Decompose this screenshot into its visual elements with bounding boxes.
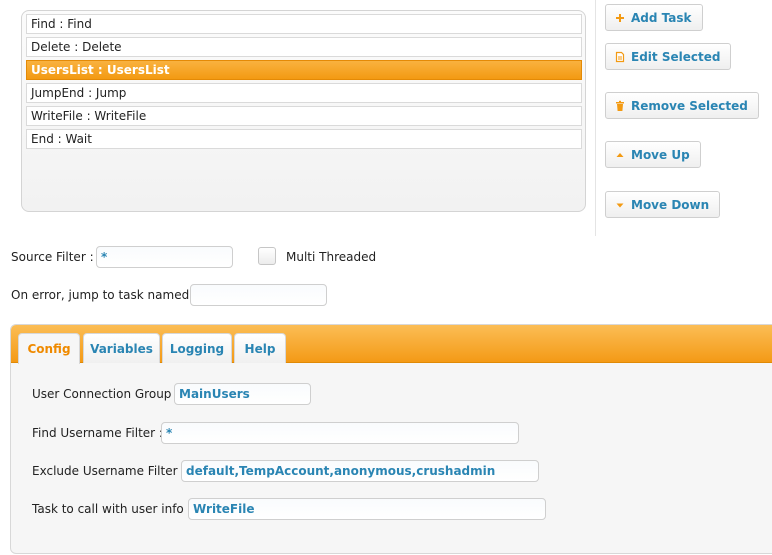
multi-threaded-label: Multi Threaded <box>286 250 377 264</box>
find-username-filter-input[interactable]: * <box>161 422 519 444</box>
task-to-call-label: Task to call with user info : <box>32 502 192 516</box>
task-item-end[interactable]: End : Wait <box>26 129 582 149</box>
find-username-filter-label: Find Username Filter : <box>32 426 163 440</box>
remove-selected-button[interactable]: Remove Selected <box>605 92 759 119</box>
task-item-jumpend[interactable]: JumpEnd : Jump <box>26 83 582 103</box>
side-divider <box>595 0 596 236</box>
tab-config[interactable]: Config <box>18 333 80 364</box>
trash-icon <box>615 100 625 112</box>
move-up-button[interactable]: Move Up <box>605 141 701 168</box>
on-error-input[interactable] <box>190 284 327 306</box>
task-item-find[interactable]: Find : Find <box>26 14 582 34</box>
triangle-down-icon <box>615 199 625 211</box>
panel-tab-bar: Config Variables Logging Help <box>11 325 772 364</box>
config-panel: Config Variables Logging Help User Conne… <box>10 324 772 554</box>
user-connection-group-label: User Connection Group : <box>32 387 180 401</box>
document-icon <box>615 51 625 63</box>
multi-threaded-checkbox[interactable] <box>258 247 276 265</box>
task-to-call-input[interactable]: WriteFile <box>188 498 546 520</box>
plus-icon <box>615 12 625 24</box>
exclude-username-filter-label: Exclude Username Filter : <box>32 464 186 478</box>
tab-variables[interactable]: Variables <box>83 333 160 363</box>
task-item-delete[interactable]: Delete : Delete <box>26 37 582 57</box>
task-item-userslist[interactable]: UsersList : UsersList <box>26 60 582 80</box>
tab-logging[interactable]: Logging <box>162 333 232 363</box>
edit-selected-label: Edit Selected <box>631 49 721 64</box>
move-down-button[interactable]: Move Down <box>605 191 721 218</box>
user-connection-group-input[interactable]: MainUsers <box>174 383 311 405</box>
exclude-username-filter-input[interactable]: default,TempAccount,anonymous,crushadmin <box>181 460 539 482</box>
move-down-label: Move Down <box>631 197 710 212</box>
task-item-writefile[interactable]: WriteFile : WriteFile <box>26 106 582 126</box>
edit-selected-button[interactable]: Edit Selected <box>605 43 732 70</box>
tab-help[interactable]: Help <box>234 333 286 363</box>
on-error-label: On error, jump to task named : <box>11 288 198 302</box>
task-list[interactable]: Find : Find Delete : Delete UsersList : … <box>21 10 586 212</box>
triangle-up-icon <box>615 149 625 161</box>
add-task-button[interactable]: Add Task <box>605 4 703 31</box>
move-up-label: Move Up <box>631 147 690 162</box>
remove-selected-label: Remove Selected <box>631 98 748 113</box>
add-task-label: Add Task <box>631 10 692 25</box>
source-filter-input[interactable]: * <box>96 246 233 268</box>
source-filter-label: Source Filter : <box>11 250 94 264</box>
